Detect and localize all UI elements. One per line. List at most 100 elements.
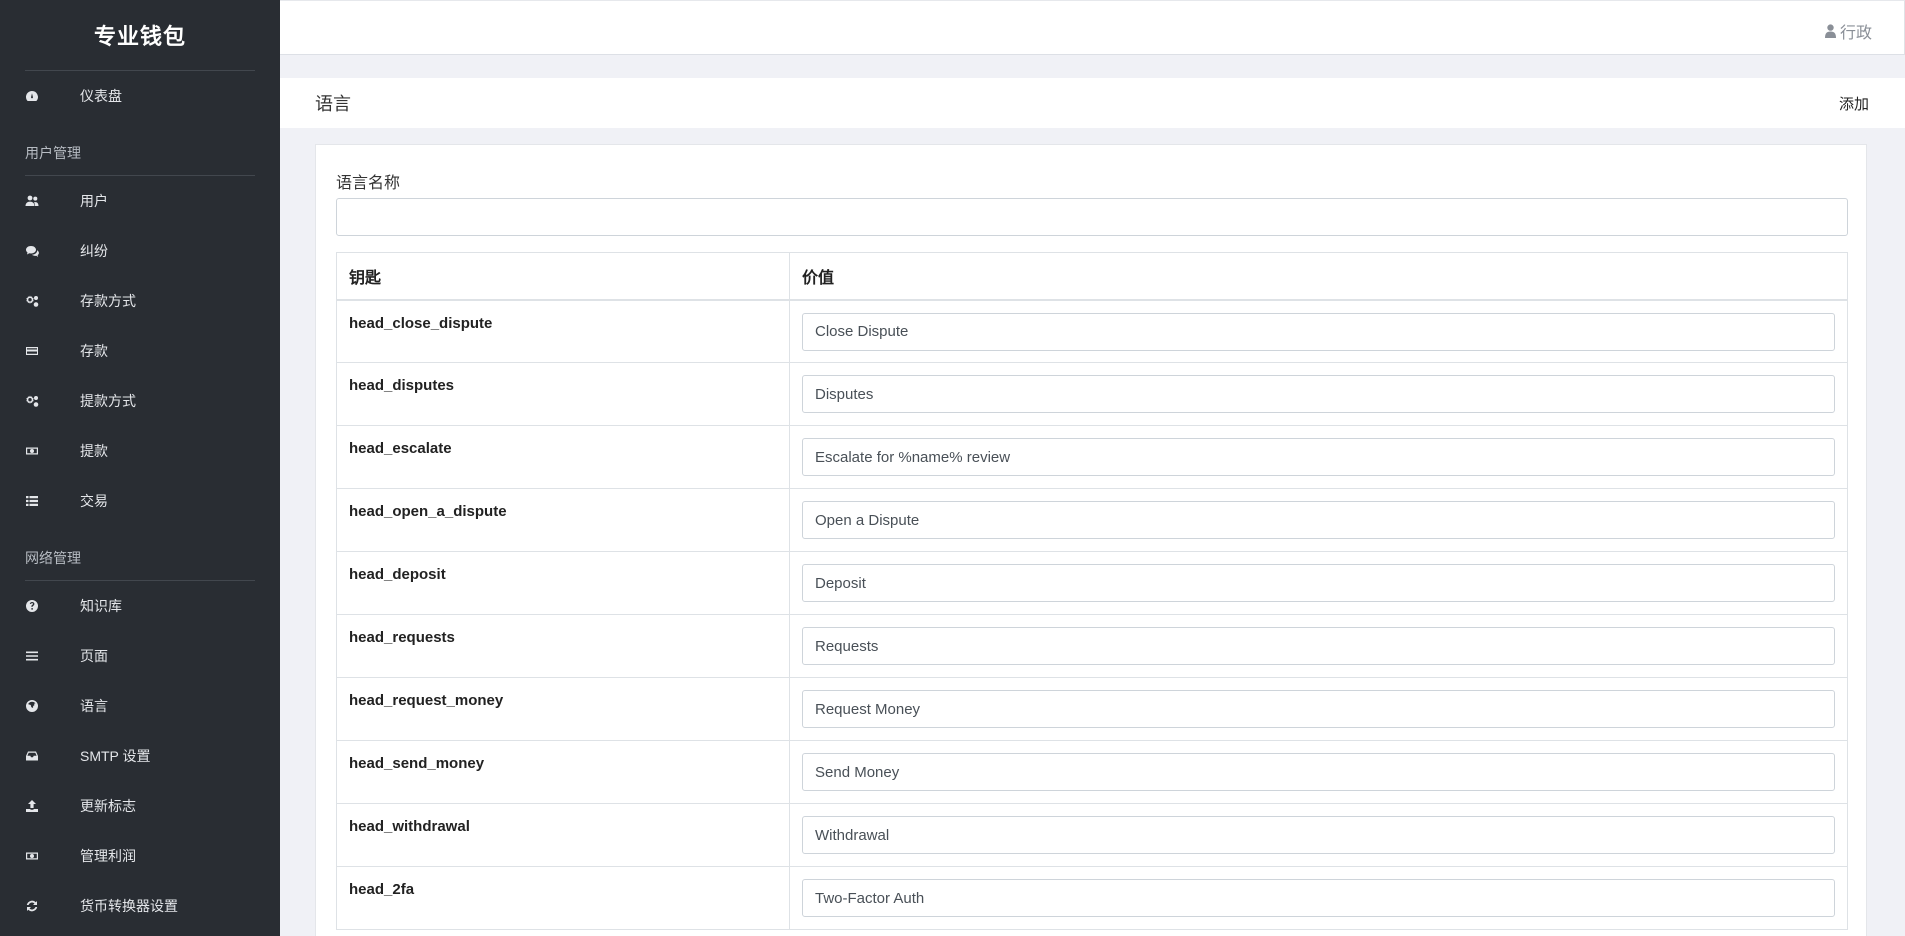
key-column-header: 钥匙 [336,252,790,301]
page-header: 语言 添加 [280,78,1905,128]
translation-value-cell [789,677,1848,741]
sidebar-item-label: 存款 [80,343,108,359]
translation-key: head_deposit [336,551,790,615]
sidebar-item-money[interactable]: 管理利润 [0,831,280,881]
user-icon [1824,24,1836,38]
inbox-icon [25,749,80,763]
brand-title[interactable]: 专业钱包 [0,0,280,70]
sidebar-item-refresh[interactable]: 货币转换器设置 [0,881,280,931]
translation-key: head_escalate [336,425,790,489]
sidebar-item-label: 知识库 [80,598,122,614]
sidebar-item-label: 存款方式 [80,293,136,309]
table-row: head_2fa [336,866,1848,930]
translation-value-cell [789,362,1848,426]
translation-value-input[interactable] [802,879,1835,917]
topbar: 行政 [280,0,1905,55]
sidebar-item-money[interactable]: 提款 [0,426,280,476]
table-row: head_escalate [336,425,1848,489]
sidebar-item-upload[interactable]: 更新标志 [0,781,280,831]
translation-value-input[interactable] [802,438,1835,476]
table-row: head_withdrawal [336,803,1848,867]
sidebar-item-credit-card[interactable]: 存款 [0,326,280,376]
translation-value-cell [789,299,1848,363]
translation-key: head_request_money [336,677,790,741]
credit-card-icon [25,344,80,358]
money-icon [25,849,80,863]
cogs-icon [25,394,80,408]
sidebar-item-label: 提款 [80,443,108,459]
translations-table: 钥匙 价值 head_close_disputehead_disputeshea… [336,252,1848,930]
sidebar-item-cogs[interactable]: 提款方式 [0,376,280,426]
dashboard-icon [25,89,80,103]
translation-value-cell [789,425,1848,489]
translation-value-input[interactable] [802,816,1835,854]
translation-key: head_requests [336,614,790,678]
table-row: head_close_dispute [336,299,1848,363]
language-name-input[interactable] [336,198,1848,236]
sidebar-item-label: 货币转换器设置 [80,898,178,914]
table-row: head_disputes [336,362,1848,426]
translation-key: head_disputes [336,362,790,426]
translation-key: head_close_dispute [336,299,790,363]
sidebar-item-users[interactable]: 用户 [0,176,280,226]
sidebar-item-comments[interactable]: 纠纷 [0,226,280,276]
value-column-header: 价值 [789,252,1848,301]
sidebar-item-bars[interactable]: 页面 [0,631,280,681]
sidebar-item-label: SMTP 设置 [80,748,151,764]
user-menu[interactable]: 行政 [1824,19,1872,43]
table-row: head_send_money [336,740,1848,804]
sidebar-item-label: 纠纷 [80,243,108,259]
sidebar-item-globe[interactable]: 语言 [0,681,280,731]
translation-key: head_send_money [336,740,790,804]
table-row: head_requests [336,614,1848,678]
sidebar-item-label: 更新标志 [80,798,136,814]
money-icon [25,444,80,458]
sidebar-item-label: 用户 [80,193,108,209]
add-button[interactable]: 添加 [1839,93,1869,114]
translation-value-input[interactable] [802,564,1835,602]
sidebar-item-label: 管理利润 [80,848,136,864]
translation-value-input[interactable] [802,501,1835,539]
translation-value-cell [789,803,1848,867]
table-row: head_deposit [336,551,1848,615]
sidebar-item-question-circle[interactable]: 知识库 [0,581,280,631]
sidebar-item-list[interactable]: 交易 [0,476,280,526]
bars-icon [25,649,80,663]
language-name-label: 语言名称 [336,175,401,192]
sidebar-section-title: 网络管理 [25,550,81,566]
sidebar-item-label: 页面 [80,648,108,664]
translation-value-cell [789,488,1848,552]
table-row: head_request_money [336,677,1848,741]
language-form-card: 语言名称 钥匙 价值 head_close_disputehead_disput… [315,144,1867,936]
table-row: head_open_a_dispute [336,488,1848,552]
translation-value-input[interactable] [802,753,1835,791]
cogs-icon [25,294,80,308]
refresh-icon [25,899,80,913]
sidebar-item-label: 交易 [80,493,108,509]
sidebar-item-inbox[interactable]: SMTP 设置 [0,731,280,781]
user-name: 行政 [1839,25,1872,42]
translation-key: head_withdrawal [336,803,790,867]
translation-key: head_open_a_dispute [336,488,790,552]
sidebar-section-title: 用户管理 [25,145,81,161]
sidebar-item-cogs[interactable]: 存款方式 [0,276,280,326]
users-icon [25,194,80,208]
sidebar-item-label: 仪表盘 [80,88,122,104]
question-circle-icon [25,599,80,613]
globe-icon [25,699,80,713]
table-header-row: 钥匙 价值 [336,252,1848,301]
sidebar-item-label: 提款方式 [80,393,136,409]
translation-value-cell [789,551,1848,615]
upload-icon [25,799,80,813]
page-title: 语言 [315,94,351,114]
translation-value-input[interactable] [802,375,1835,413]
translation-value-cell [789,866,1848,930]
translation-value-cell [789,740,1848,804]
sidebar-item-dashboard[interactable]: 仪表盘 [0,71,280,121]
comments-icon [25,244,80,258]
translation-value-input[interactable] [802,627,1835,665]
sidebar: 专业钱包 仪表盘 用户管理用户纠纷存款方式存款提款方式提款交易网络管理知识库页面… [0,0,280,936]
translation-key: head_2fa [336,866,790,930]
translation-value-input[interactable] [802,690,1835,728]
translation-value-input[interactable] [802,312,1835,351]
